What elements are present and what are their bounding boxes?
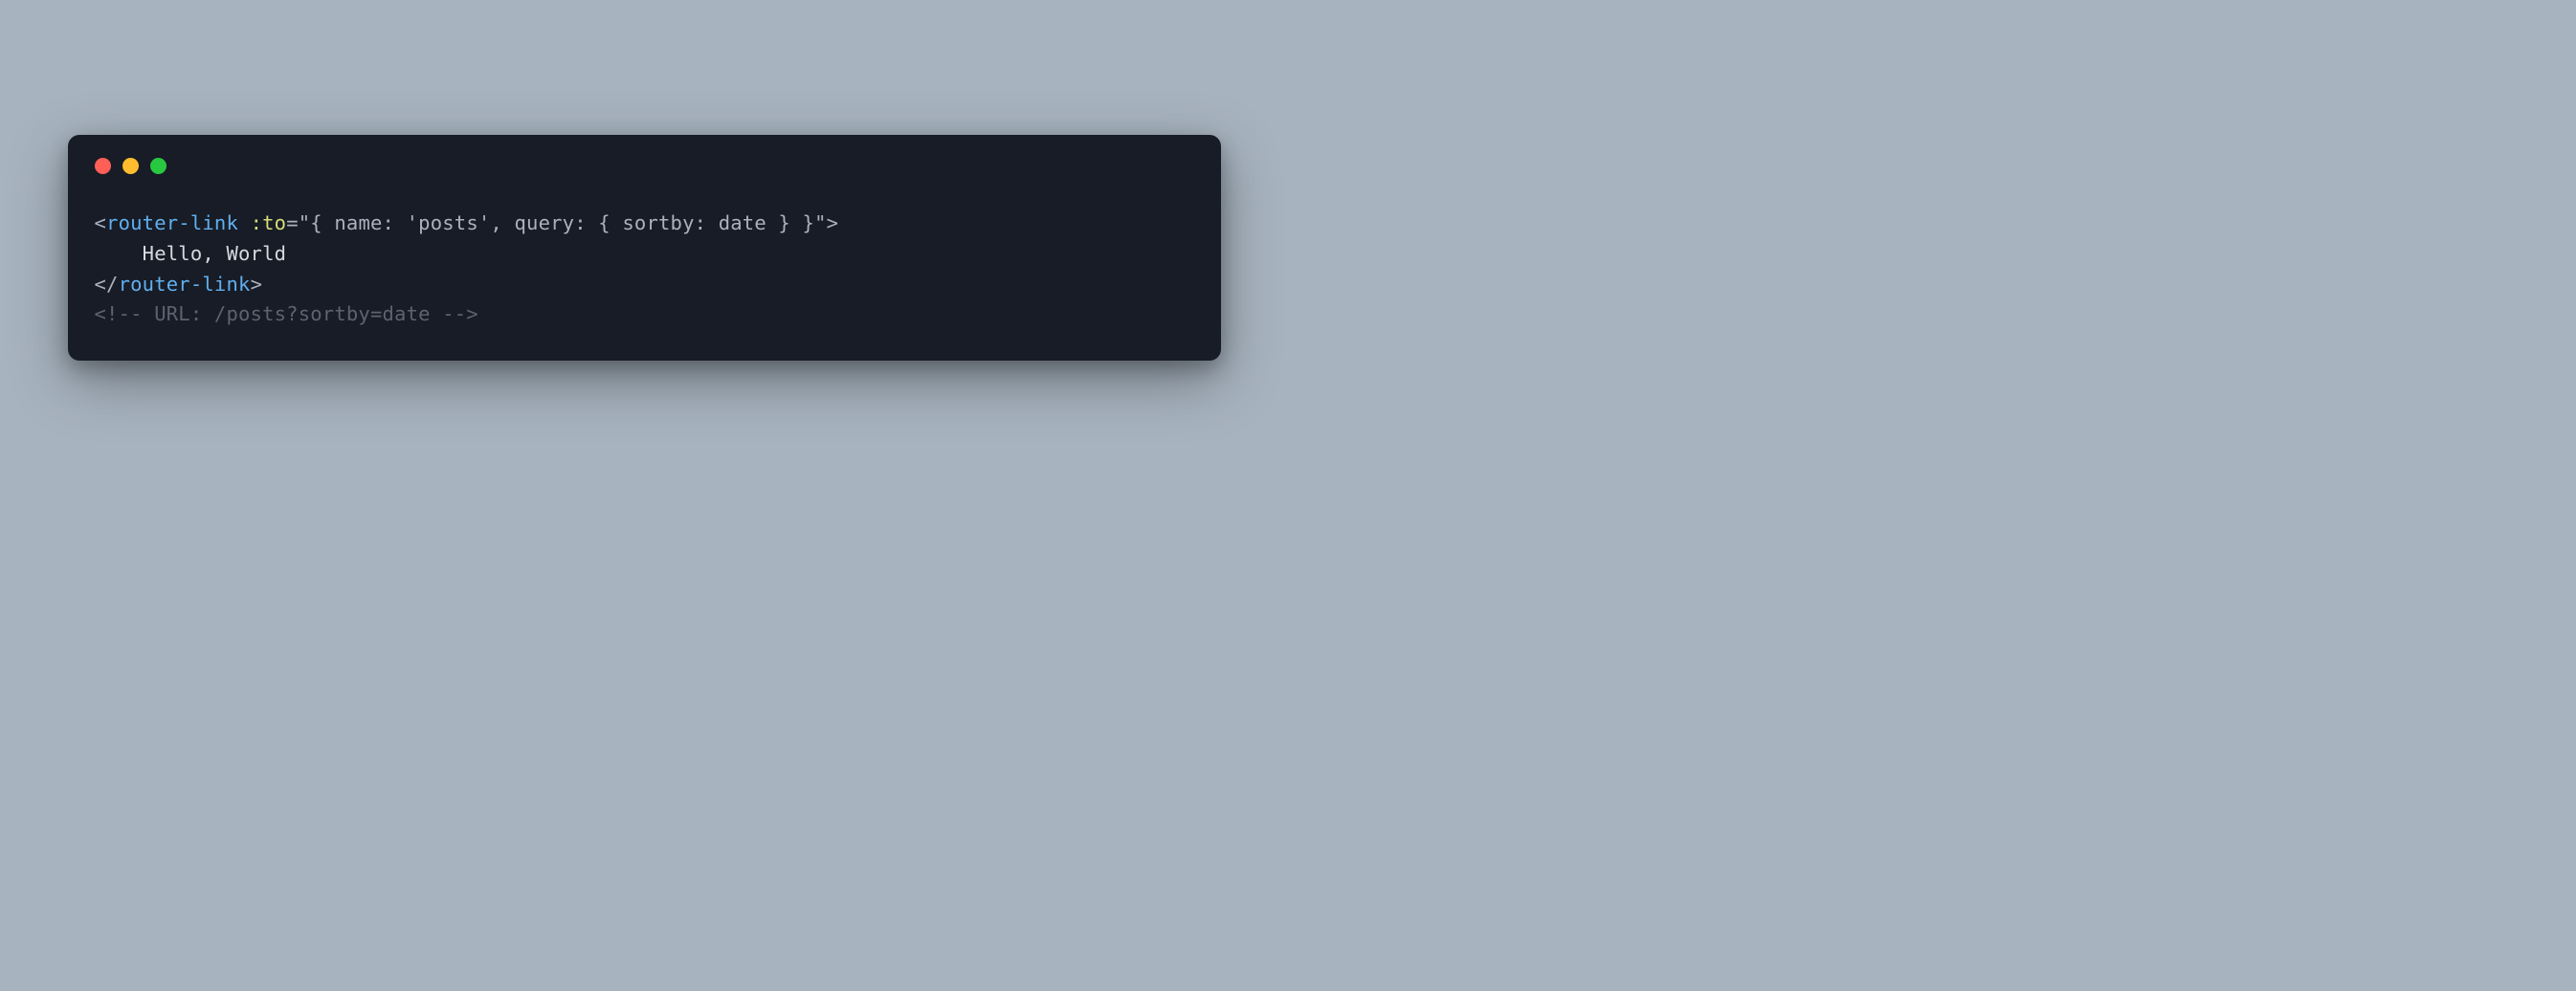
code-window: <router-link :to="{ name: 'posts', query… [68,135,1221,361]
angle-close: > [251,273,263,296]
minimize-icon[interactable] [122,158,139,174]
code-line-3: </router-link> [95,273,263,296]
angle-open: < [95,211,107,234]
code-line-4: <!-- URL: /posts?sortby=date --> [95,302,478,325]
window-titlebar [95,158,1194,174]
indent [95,242,143,265]
comment: <!-- URL: /posts?sortby=date --> [95,302,478,325]
tag-name: router-link [106,211,238,234]
code-line-1: <router-link :to="{ name: 'posts', query… [95,211,839,234]
quote-close: " [814,211,827,234]
quote-open: " [299,211,311,234]
space [238,211,251,234]
zoom-icon[interactable] [150,158,167,174]
text-content: Hello, World [143,242,287,265]
angle-open-slash: </ [95,273,119,296]
attr-name: :to [251,211,287,234]
equals: = [286,211,299,234]
attr-value: { name: 'posts', query: { sortby: date }… [310,211,814,234]
angle-close: > [827,211,839,234]
code-line-2: Hello, World [95,242,287,265]
code-block: <router-link :to="{ name: 'posts', query… [95,209,1194,330]
tag-name-close: router-link [119,273,251,296]
close-icon[interactable] [95,158,111,174]
